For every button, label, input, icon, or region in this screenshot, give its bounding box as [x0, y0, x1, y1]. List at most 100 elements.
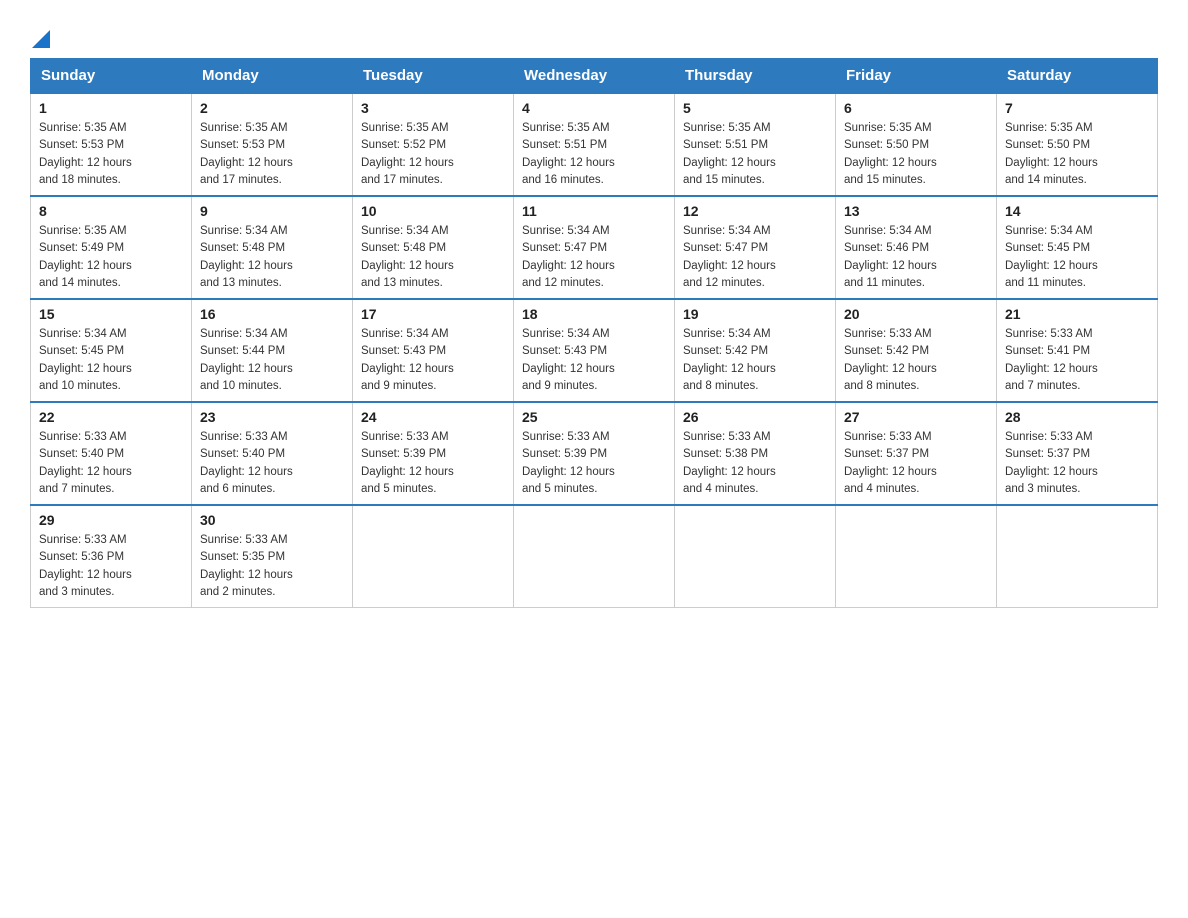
calendar-cell: 7 Sunrise: 5:35 AMSunset: 5:50 PMDaylight… — [997, 93, 1158, 196]
calendar-cell: 15 Sunrise: 5:34 AMSunset: 5:45 PMDayligh… — [31, 299, 192, 402]
week-row-3: 15 Sunrise: 5:34 AMSunset: 5:45 PMDayligh… — [31, 299, 1158, 402]
day-number: 17 — [361, 306, 505, 322]
calendar-cell: 6 Sunrise: 5:35 AMSunset: 5:50 PMDaylight… — [836, 93, 997, 196]
calendar-cell: 20 Sunrise: 5:33 AMSunset: 5:42 PMDayligh… — [836, 299, 997, 402]
day-number: 1 — [39, 100, 183, 116]
day-number: 25 — [522, 409, 666, 425]
calendar-cell: 17 Sunrise: 5:34 AMSunset: 5:43 PMDayligh… — [353, 299, 514, 402]
day-info: Sunrise: 5:33 AMSunset: 5:40 PMDaylight:… — [200, 429, 344, 498]
day-info: Sunrise: 5:33 AMSunset: 5:38 PMDaylight:… — [683, 429, 827, 498]
day-number: 29 — [39, 512, 183, 528]
day-info: Sunrise: 5:33 AMSunset: 5:37 PMDaylight:… — [844, 429, 988, 498]
day-info: Sunrise: 5:34 AMSunset: 5:47 PMDaylight:… — [683, 223, 827, 292]
day-number: 24 — [361, 409, 505, 425]
calendar-cell: 5Sunrise: 5:35 AMSunset: 5:51 PMDaylight… — [675, 93, 836, 196]
day-info: Sunrise: 5:33 AMSunset: 5:39 PMDaylight:… — [361, 429, 505, 498]
day-info: Sunrise: 5:33 AMSunset: 5:41 PMDaylight:… — [1005, 326, 1149, 395]
calendar-cell: 22 Sunrise: 5:33 AMSunset: 5:40 PMDayligh… — [31, 402, 192, 505]
day-number: 21 — [1005, 306, 1149, 322]
calendar-table: SundayMondayTuesdayWednesdayThursdayFrid… — [30, 58, 1158, 608]
day-number: 11 — [522, 203, 666, 219]
day-number: 20 — [844, 306, 988, 322]
week-row-2: 8Sunrise: 5:35 AMSunset: 5:49 PMDaylight… — [31, 196, 1158, 299]
weekday-header-friday: Friday — [836, 59, 997, 94]
day-number: 14 — [1005, 203, 1149, 219]
weekday-header-saturday: Saturday — [997, 59, 1158, 94]
day-info: Sunrise: 5:35 AMSunset: 5:51 PMDaylight:… — [522, 120, 666, 189]
day-number: 27 — [844, 409, 988, 425]
day-info: Sunrise: 5:35 AMSunset: 5:53 PMDaylight:… — [200, 120, 344, 189]
day-number: 13 — [844, 203, 988, 219]
day-number: 8 — [39, 203, 183, 219]
calendar-cell: 30 Sunrise: 5:33 AMSunset: 5:35 PMDayligh… — [192, 505, 353, 608]
day-number: 19 — [683, 306, 827, 322]
calendar-cell: 1 Sunrise: 5:35 AMSunset: 5:53 PMDaylight… — [31, 93, 192, 196]
calendar-cell: 26 Sunrise: 5:33 AMSunset: 5:38 PMDayligh… — [675, 402, 836, 505]
page-header — [30, 20, 1158, 48]
day-number: 16 — [200, 306, 344, 322]
day-number: 10 — [361, 203, 505, 219]
week-row-4: 22 Sunrise: 5:33 AMSunset: 5:40 PMDayligh… — [31, 402, 1158, 505]
calendar-cell: 2 Sunrise: 5:35 AMSunset: 5:53 PMDaylight… — [192, 93, 353, 196]
calendar-cell: 10 Sunrise: 5:34 AMSunset: 5:48 PMDayligh… — [353, 196, 514, 299]
day-info: Sunrise: 5:33 AMSunset: 5:39 PMDaylight:… — [522, 429, 666, 498]
calendar-cell: 25 Sunrise: 5:33 AMSunset: 5:39 PMDayligh… — [514, 402, 675, 505]
day-number: 5 — [683, 100, 827, 116]
day-info: Sunrise: 5:34 AMSunset: 5:46 PMDaylight:… — [844, 223, 988, 292]
day-info: Sunrise: 5:33 AMSunset: 5:36 PMDaylight:… — [39, 532, 183, 601]
day-number: 28 — [1005, 409, 1149, 425]
calendar-cell: 21 Sunrise: 5:33 AMSunset: 5:41 PMDayligh… — [997, 299, 1158, 402]
week-row-5: 29 Sunrise: 5:33 AMSunset: 5:36 PMDayligh… — [31, 505, 1158, 608]
weekday-header-row: SundayMondayTuesdayWednesdayThursdayFrid… — [31, 59, 1158, 94]
day-info: Sunrise: 5:34 AMSunset: 5:48 PMDaylight:… — [361, 223, 505, 292]
calendar-cell: 12 Sunrise: 5:34 AMSunset: 5:47 PMDayligh… — [675, 196, 836, 299]
weekday-header-tuesday: Tuesday — [353, 59, 514, 94]
day-number: 15 — [39, 306, 183, 322]
weekday-header-sunday: Sunday — [31, 59, 192, 94]
calendar-cell: 8Sunrise: 5:35 AMSunset: 5:49 PMDaylight… — [31, 196, 192, 299]
calendar-cell — [836, 505, 997, 608]
day-info: Sunrise: 5:33 AMSunset: 5:35 PMDaylight:… — [200, 532, 344, 601]
day-info: Sunrise: 5:33 AMSunset: 5:42 PMDaylight:… — [844, 326, 988, 395]
day-info: Sunrise: 5:35 AMSunset: 5:53 PMDaylight:… — [39, 120, 183, 189]
calendar-cell: 16Sunrise: 5:34 AMSunset: 5:44 PMDayligh… — [192, 299, 353, 402]
day-number: 30 — [200, 512, 344, 528]
calendar-cell: 13 Sunrise: 5:34 AMSunset: 5:46 PMDayligh… — [836, 196, 997, 299]
day-info: Sunrise: 5:33 AMSunset: 5:40 PMDaylight:… — [39, 429, 183, 498]
calendar-cell — [353, 505, 514, 608]
day-number: 7 — [1005, 100, 1149, 116]
day-info: Sunrise: 5:35 AMSunset: 5:50 PMDaylight:… — [844, 120, 988, 189]
calendar-cell — [675, 505, 836, 608]
day-info: Sunrise: 5:35 AMSunset: 5:50 PMDaylight:… — [1005, 120, 1149, 189]
week-row-1: 1 Sunrise: 5:35 AMSunset: 5:53 PMDaylight… — [31, 93, 1158, 196]
day-number: 9 — [200, 203, 344, 219]
calendar-cell: 11Sunrise: 5:34 AMSunset: 5:47 PMDayligh… — [514, 196, 675, 299]
day-number: 26 — [683, 409, 827, 425]
day-number: 4 — [522, 100, 666, 116]
day-info: Sunrise: 5:33 AMSunset: 5:37 PMDaylight:… — [1005, 429, 1149, 498]
calendar-cell: 18Sunrise: 5:34 AMSunset: 5:43 PMDayligh… — [514, 299, 675, 402]
calendar-cell: 19Sunrise: 5:34 AMSunset: 5:42 PMDayligh… — [675, 299, 836, 402]
day-info: Sunrise: 5:34 AMSunset: 5:45 PMDaylight:… — [39, 326, 183, 395]
logo — [30, 30, 50, 48]
day-number: 12 — [683, 203, 827, 219]
logo-triangle-icon — [32, 30, 50, 48]
calendar-cell: 14Sunrise: 5:34 AMSunset: 5:45 PMDayligh… — [997, 196, 1158, 299]
weekday-header-wednesday: Wednesday — [514, 59, 675, 94]
calendar-cell: 3 Sunrise: 5:35 AMSunset: 5:52 PMDaylight… — [353, 93, 514, 196]
calendar-cell: 24 Sunrise: 5:33 AMSunset: 5:39 PMDayligh… — [353, 402, 514, 505]
day-number: 18 — [522, 306, 666, 322]
day-number: 2 — [200, 100, 344, 116]
calendar-cell: 28 Sunrise: 5:33 AMSunset: 5:37 PMDayligh… — [997, 402, 1158, 505]
day-info: Sunrise: 5:35 AMSunset: 5:52 PMDaylight:… — [361, 120, 505, 189]
calendar-cell — [514, 505, 675, 608]
day-number: 22 — [39, 409, 183, 425]
day-info: Sunrise: 5:34 AMSunset: 5:48 PMDaylight:… — [200, 223, 344, 292]
day-number: 3 — [361, 100, 505, 116]
day-number: 23 — [200, 409, 344, 425]
weekday-header-thursday: Thursday — [675, 59, 836, 94]
day-info: Sunrise: 5:34 AMSunset: 5:43 PMDaylight:… — [361, 326, 505, 395]
calendar-cell: 29 Sunrise: 5:33 AMSunset: 5:36 PMDayligh… — [31, 505, 192, 608]
day-number: 6 — [844, 100, 988, 116]
calendar-cell: 9 Sunrise: 5:34 AMSunset: 5:48 PMDaylight… — [192, 196, 353, 299]
